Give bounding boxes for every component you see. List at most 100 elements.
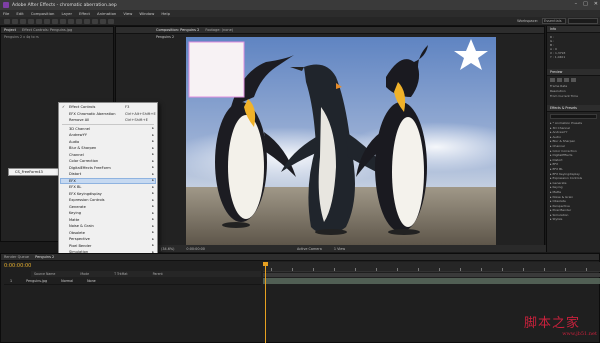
zoom-readout[interactable]: (34.6%): [161, 247, 174, 251]
work-area-bar[interactable]: [263, 273, 600, 277]
submenu-arrow-icon: ▸: [152, 197, 154, 202]
menu-bar: File Edit Composition Layer Effect Animation V…: [0, 10, 600, 17]
last-frame-icon[interactable]: [564, 78, 569, 82]
menu-animation[interactable]: Animation: [97, 11, 116, 16]
menu-window[interactable]: Window: [139, 11, 154, 16]
tab-preview[interactable]: Preview: [550, 70, 562, 74]
context-menu-item[interactable]: Audio: [69, 139, 79, 145]
time-ruler[interactable]: [263, 262, 600, 272]
context-menu-item[interactable]: EFX BL: [69, 184, 81, 190]
menu-view[interactable]: View: [123, 11, 132, 16]
context-menu-item[interactable]: 3D Channel: [69, 126, 90, 132]
tab-effect-controls[interactable]: Effect Controls: Penguins.jpg: [22, 28, 72, 32]
first-frame-icon[interactable]: [550, 78, 555, 82]
tab-effects-presets[interactable]: Effects & Presets: [550, 106, 577, 110]
tab-project[interactable]: Project: [4, 28, 16, 32]
context-menu-item[interactable]: Pixel Bender: [69, 243, 91, 249]
close-button[interactable]: ✕: [594, 1, 598, 7]
menu-help[interactable]: Help: [161, 11, 170, 16]
context-menu-item[interactable]: EFX Chromatic Aberration: [69, 111, 115, 117]
context-menu-item[interactable]: Effect Controls: [69, 104, 95, 110]
ruler-tick: [292, 268, 293, 271]
timeline-column-header[interactable]: Parent: [153, 272, 163, 276]
rectangle-tool-icon[interactable]: [52, 19, 58, 24]
selection-tool-icon[interactable]: [4, 19, 10, 24]
context-menu-item[interactable]: Remove All: [69, 117, 89, 123]
active-camera-dropdown[interactable]: Active Camera: [297, 247, 322, 251]
context-menu-item[interactable]: EFX Keyingdisplay: [69, 191, 102, 197]
view-layout-dropdown[interactable]: 1 View: [334, 247, 345, 251]
submenu-arrow-icon: ▸: [152, 158, 154, 163]
puppet-tool-icon[interactable]: [108, 19, 114, 24]
playhead[interactable]: [265, 262, 266, 343]
menu-composition[interactable]: Composition: [31, 11, 55, 16]
comp-viewer[interactable]: [186, 37, 496, 245]
play-icon[interactable]: [557, 78, 562, 82]
tab-composition[interactable]: Composition: Penguins 2: [156, 28, 199, 32]
ruler-tick: [523, 268, 524, 271]
timeline-column-header[interactable]: Source Name: [34, 272, 55, 276]
maximize-button[interactable]: □: [583, 1, 588, 7]
from-current-time-checkbox[interactable]: From Current Time: [550, 94, 597, 99]
context-menu-item[interactable]: Keying: [69, 210, 81, 216]
menu-layer[interactable]: Layer: [61, 11, 72, 16]
tab-footage[interactable]: Footage: (none): [205, 28, 233, 32]
clone-tool-icon[interactable]: [84, 19, 90, 24]
timeline-column-header[interactable]: Mode: [80, 272, 89, 276]
hand-tool-icon[interactable]: [12, 19, 18, 24]
timeline-panel: Render Queue Penguins 2 0:00:00:00 Sourc…: [0, 253, 600, 343]
effects-category-item[interactable]: ▸ Stylize: [550, 217, 597, 222]
timeline-column-headers: Source Name Mode T TrkMat Parent: [31, 271, 261, 277]
menu-effect[interactable]: Effect: [79, 11, 90, 16]
context-menu-item[interactable]: Expression Controls: [69, 197, 105, 203]
context-menu-item[interactable]: Noise & Grain: [69, 223, 94, 229]
white-square-shape[interactable]: [188, 41, 245, 98]
timeline-layer-row[interactable]: 1 Penguins.jpg Normal None: [4, 278, 261, 285]
workspace-dropdown[interactable]: Essentials: [542, 18, 566, 24]
search-help-input[interactable]: [568, 18, 598, 24]
context-menu-item[interactable]: Color Correction: [69, 158, 98, 164]
camera-tool-icon[interactable]: [36, 19, 42, 24]
tab-render-queue[interactable]: Render Queue: [4, 255, 29, 259]
footage-tag[interactable]: CS_FreeForm43: [8, 168, 60, 176]
effects-search-input[interactable]: [550, 114, 597, 119]
ram-preview-icon[interactable]: [571, 78, 576, 82]
timeline-column-header[interactable]: T TrkMat: [114, 272, 128, 276]
brush-tool-icon[interactable]: [76, 19, 82, 24]
timeline-timecode[interactable]: 0:00:00:00: [4, 263, 31, 269]
rotate-tool-icon[interactable]: [28, 19, 34, 24]
context-menu-item[interactable]: Channel: [69, 152, 84, 158]
context-menu-item[interactable]: Generate: [69, 204, 86, 210]
context-menu-item[interactable]: Obsolete: [69, 230, 85, 236]
submenu-arrow-icon: ▸: [152, 236, 154, 241]
context-menu-item[interactable]: Matte: [69, 217, 79, 223]
zoom-tool-icon[interactable]: [20, 19, 26, 24]
context-menu-item[interactable]: AndrewYY: [69, 132, 87, 138]
playhead-handle-icon[interactable]: [263, 262, 268, 266]
effects-list: ▸ * Animation Presets ▸ 3D Channel ▸ Andre…: [547, 121, 600, 222]
pen-tool-icon[interactable]: [60, 19, 66, 24]
eraser-tool-icon[interactable]: [92, 19, 98, 24]
minimize-button[interactable]: –: [575, 1, 578, 7]
context-menu-item[interactable]: Perspective: [69, 236, 90, 242]
menu-edit[interactable]: Edit: [16, 11, 23, 16]
layer-duration-bar[interactable]: [263, 278, 600, 284]
tab-timeline-comp[interactable]: Penguins 2: [35, 255, 54, 259]
context-menu-item[interactable]: Distort: [69, 171, 81, 177]
comp-time[interactable]: 0:00:00:00: [186, 247, 205, 251]
menu-file[interactable]: File: [3, 11, 9, 16]
submenu-arrow-icon: ▸: [152, 217, 154, 222]
submenu-arrow-icon: ▸: [152, 243, 154, 248]
layer-name[interactable]: Penguins.jpg: [26, 279, 47, 283]
roto-tool-icon[interactable]: [100, 19, 106, 24]
context-menu-item[interactable]: Blur & Sharpen: [69, 145, 96, 151]
pan-behind-tool-icon[interactable]: [44, 19, 50, 24]
layer-mode[interactable]: Normal: [61, 279, 73, 283]
layer-parent[interactable]: None: [87, 279, 96, 283]
submenu-arrow-icon: ▸: [152, 191, 154, 196]
watermark-url: www.jb51.net: [562, 331, 597, 337]
context-menu-item[interactable]: DigitalEffects FreeForm: [69, 165, 111, 171]
tab-info[interactable]: Info: [550, 27, 556, 31]
type-tool-icon[interactable]: [68, 19, 74, 24]
context-menu-item[interactable]: EFX: [69, 178, 76, 184]
